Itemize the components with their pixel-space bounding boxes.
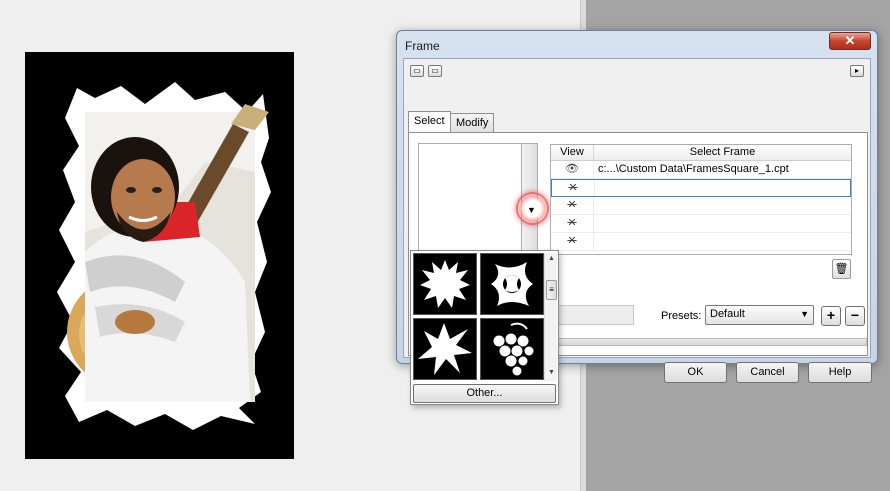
table-row[interactable]: 👁 c:...\Custom Data\FramesSquare_1.cpt [551,161,851,179]
scroll-thumb[interactable]: ≡ [546,280,557,300]
close-button[interactable]: ✕ [829,32,871,50]
other-frames-button[interactable]: Other... [413,384,556,403]
frame-path [595,180,850,196]
remove-preset-button[interactable]: − [845,306,865,326]
presets-value: Default [710,308,745,320]
cancel-button[interactable]: Cancel [736,362,799,383]
disabled-field [554,305,634,325]
eye-hidden-icon[interactable]: ✕ [551,197,594,214]
collapse-panel-button[interactable]: ▭ [410,65,424,77]
blend-slider-track[interactable] [554,338,867,346]
frame-path [594,197,851,214]
frame-thumbnail-burst[interactable] [413,253,477,315]
frame-path: c:...\Custom Data\FramesSquare_1.cpt [598,163,789,175]
ok-button[interactable]: OK [664,362,727,383]
dialog-title: Frame [405,39,440,53]
popup-scrollbar[interactable]: ▲ ≡ ▼ [544,253,557,381]
frame-path [594,233,851,250]
scroll-up-icon[interactable]: ▲ [545,255,558,262]
eye-hidden-icon[interactable]: ✕ [551,215,594,232]
table-header: View Select Frame [551,145,851,161]
presets-label: Presets: [661,310,702,322]
frame-thumbnail-grapes[interactable] [480,318,544,380]
table-row[interactable]: ✕ [551,233,851,251]
tab-modify[interactable]: Modify [450,113,495,132]
eye-hidden-icon[interactable]: ✕ [552,180,595,196]
eye-hidden-icon[interactable]: ✕ [551,233,594,250]
flyout-arrow-icon[interactable]: ▸ [850,65,864,77]
frame-thumbnail-splatter[interactable] [413,318,477,380]
frame-thumbnail-floral[interactable] [480,253,544,315]
column-header-select-frame: Select Frame [689,146,756,158]
eye-icon[interactable]: 👁 [551,161,594,178]
framed-photo [25,52,294,459]
scroll-down-icon[interactable]: ▼ [545,369,558,376]
frame-picker-popup: ▲ ≡ ▼ Other... [410,250,559,405]
table-row[interactable]: ✕ [551,179,851,197]
column-header-view: View [551,145,594,160]
chevron-down-icon[interactable]: ▼ [527,205,536,215]
add-preset-button[interactable]: + [821,306,841,326]
tab-select[interactable]: Select [408,111,451,132]
presets-select[interactable]: Default ▼ [705,305,814,325]
table-row[interactable]: ✕ [551,197,851,215]
expand-panel-button[interactable]: ▭ [428,65,442,77]
table-row[interactable]: ✕ [551,215,851,233]
trash-icon[interactable]: 🗑 [832,259,851,279]
frame-path [594,215,851,232]
frame-list-table: View Select Frame 👁 c:...\Custom Data\Fr… [550,144,852,255]
help-button[interactable]: Help [808,362,872,383]
chevron-down-icon: ▼ [800,309,809,319]
